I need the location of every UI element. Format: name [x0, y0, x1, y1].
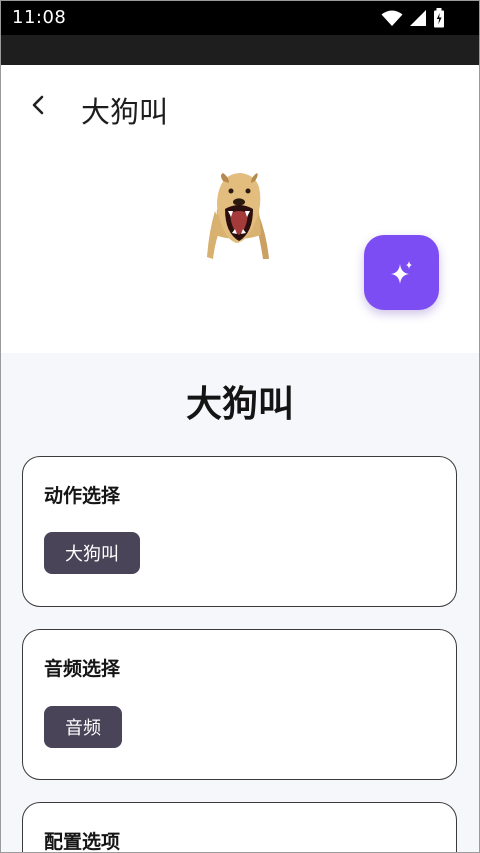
- audio-select-card: 音频选择 音频: [22, 629, 457, 780]
- battery-icon: [434, 8, 444, 28]
- action-chip[interactable]: 大狗叫: [44, 532, 140, 574]
- status-time: 11:08: [12, 7, 67, 28]
- card-title: 音频选择: [44, 658, 121, 680]
- card-title: 配置选项: [44, 831, 121, 853]
- page-title: 大狗叫: [81, 95, 169, 129]
- app-bar-strip: [1, 35, 479, 65]
- sparkle-fab-button[interactable]: [364, 235, 439, 310]
- app-frame: 11:08 大狗叫 大狗叫 动作选择 大狗叫 音频选择 音频 配置选项: [0, 0, 480, 853]
- status-bar: 11:08: [1, 1, 479, 35]
- barking-dog-image: [207, 173, 269, 259]
- signal-icon: [410, 10, 426, 26]
- status-icons: [381, 8, 445, 28]
- header: 大狗叫: [1, 65, 479, 353]
- card-title: 动作选择: [44, 485, 121, 507]
- wifi-icon: [381, 10, 403, 26]
- effect-title: 大狗叫: [185, 384, 294, 425]
- back-arrow-icon[interactable]: [27, 93, 51, 117]
- audio-chip[interactable]: 音频: [44, 706, 122, 748]
- config-options-card: 配置选项: [22, 802, 457, 853]
- sparkle-icon: [390, 260, 412, 284]
- action-select-card: 动作选择 大狗叫: [22, 456, 457, 607]
